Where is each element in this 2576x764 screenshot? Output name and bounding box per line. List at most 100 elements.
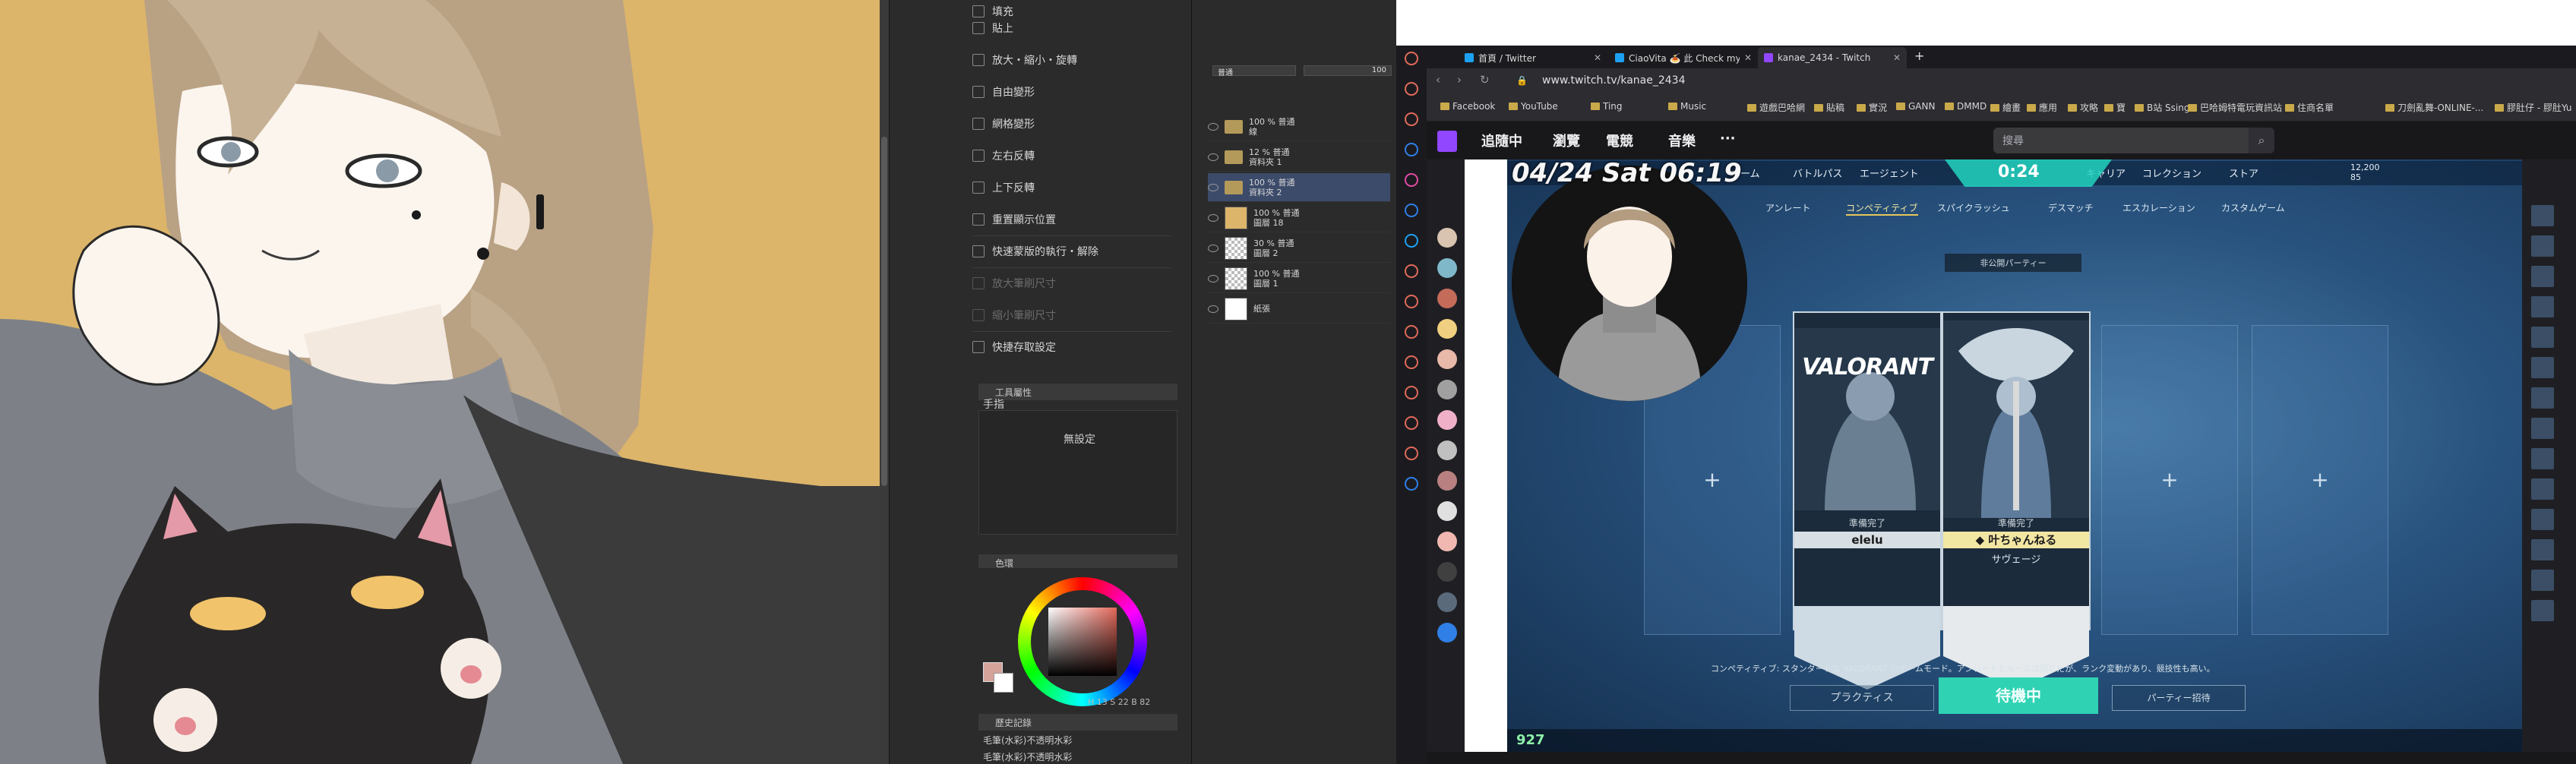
- bookmark-item[interactable]: Ting: [1591, 101, 1623, 112]
- sidebar-app-icon[interactable]: [1405, 204, 1418, 217]
- eye-icon[interactable]: [1208, 244, 1218, 252]
- menu-item[interactable]: 重置顯示位置: [972, 205, 1177, 234]
- search-input[interactable]: [1993, 128, 2267, 153]
- chat-emote-thumb[interactable]: [2531, 205, 2554, 226]
- browser-tab[interactable]: 首頁 / Twitter ✕: [1459, 47, 1607, 68]
- sidebar-app-icon[interactable]: [1405, 416, 1418, 430]
- twitch-nav-item[interactable]: 追隨中: [1481, 131, 1522, 150]
- queue-button[interactable]: 待機中: [1939, 677, 2098, 714]
- followed-channel-avatar[interactable]: [1437, 623, 1457, 642]
- party-invite-button[interactable]: パーティー招待: [2112, 685, 2246, 711]
- sidebar-app-icon[interactable]: [1405, 173, 1418, 187]
- followed-channel-avatar[interactable]: [1437, 471, 1457, 491]
- sidebar-app-icon[interactable]: [1405, 143, 1418, 156]
- menu-item[interactable]: 自由變形: [972, 77, 1177, 106]
- eye-icon[interactable]: [1208, 213, 1218, 222]
- sidebar-app-icon[interactable]: [1405, 112, 1418, 126]
- menu-item[interactable]: 快速蒙版的執行・解除: [972, 237, 1177, 266]
- chat-emote-thumb[interactable]: [2531, 509, 2554, 530]
- bookmark-item[interactable]: 繪畫: [1990, 101, 2021, 114]
- bookmark-item[interactable]: 攻略: [2068, 101, 2098, 114]
- chat-emote-thumb[interactable]: [2531, 296, 2554, 317]
- eye-icon[interactable]: [1208, 122, 1218, 131]
- twitch-nav-item[interactable]: 瀏覽: [1553, 131, 1580, 150]
- bookmark-item[interactable]: 刀劍亂舞-ONLINE-...: [2385, 101, 2483, 114]
- history-item[interactable]: 毛筆(水彩)不透明水彩: [983, 734, 1072, 747]
- followed-channel-avatar[interactable]: [1437, 532, 1457, 551]
- menu-item[interactable]: 快捷存取設定: [972, 333, 1177, 361]
- followed-channel-avatar[interactable]: [1437, 501, 1457, 521]
- layer-row[interactable]: 100 % 普通 圖層 18: [1208, 204, 1390, 232]
- url-field[interactable]: www.twitch.tv/kanae_2434: [1542, 74, 1685, 87]
- sidebar-app-icon[interactable]: [1405, 264, 1418, 278]
- sidebar-app-icon[interactable]: [1405, 355, 1418, 369]
- twitch-nav-item[interactable]: ···: [1720, 131, 1736, 147]
- chat-emote-thumb[interactable]: [2531, 418, 2554, 439]
- bookmark-item[interactable]: B站 Ssing: [2135, 101, 2189, 114]
- eye-icon[interactable]: [1208, 183, 1218, 191]
- bookmark-item[interactable]: 膠肚仔 - 膠肚Yu: [2495, 101, 2572, 114]
- eye-icon[interactable]: [1208, 305, 1218, 313]
- bookmark-item[interactable]: 應用: [2027, 101, 2057, 114]
- bookmark-item[interactable]: GANN: [1896, 101, 1935, 112]
- chat-emote-thumb[interactable]: [2531, 478, 2554, 500]
- chat-emote-thumb[interactable]: [2531, 387, 2554, 409]
- bookmark-item[interactable]: Facebook: [1440, 101, 1495, 112]
- browser-tab[interactable]: CiaoVita 🍝 此 Check my ✕: [1609, 47, 1758, 68]
- followed-channel-avatar[interactable]: [1437, 380, 1457, 399]
- twitch-nav-item[interactable]: 電競: [1606, 131, 1633, 150]
- chat-emote-thumb[interactable]: [2531, 570, 2554, 591]
- followed-channel-avatar[interactable]: [1437, 258, 1457, 278]
- chat-emote-thumb[interactable]: [2531, 235, 2554, 257]
- forward-icon[interactable]: ›: [1457, 73, 1462, 87]
- chat-emote-thumb[interactable]: [2531, 448, 2554, 469]
- twitch-logo-icon[interactable]: [1437, 131, 1457, 152]
- layer-row[interactable]: 100 % 普通 資料夾 2: [1208, 173, 1390, 202]
- layer-row[interactable]: 12 % 普通 資料夾 1: [1208, 143, 1390, 172]
- bookmark-item[interactable]: DMMD: [1945, 101, 1987, 112]
- menu-item[interactable]: 網格變形: [972, 109, 1177, 138]
- color-saturation-square[interactable]: [1048, 608, 1117, 676]
- bookmark-item[interactable]: 寶: [2104, 101, 2126, 114]
- sidebar-app-icon[interactable]: [1405, 295, 1418, 308]
- sidebar-app-icon[interactable]: [1405, 325, 1418, 339]
- blend-mode-select[interactable]: 普通: [1212, 65, 1296, 77]
- sidebar-app-icon[interactable]: [1405, 447, 1418, 460]
- layer-row[interactable]: 30 % 普通 圖層 2: [1208, 234, 1390, 263]
- practice-button[interactable]: プラクティス: [1790, 685, 1934, 711]
- bookmark-item[interactable]: 貼稿: [1814, 101, 1844, 114]
- bookmark-item[interactable]: Music: [1668, 101, 1706, 112]
- bookmark-item[interactable]: YouTube: [1509, 101, 1558, 112]
- sidebar-app-icon[interactable]: [1405, 82, 1418, 96]
- sub-color-swatch[interactable]: [994, 673, 1013, 693]
- chat-emote-thumb[interactable]: [2531, 266, 2554, 287]
- close-tab-icon[interactable]: ✕: [1744, 52, 1752, 63]
- followed-channel-avatar[interactable]: [1437, 410, 1457, 430]
- reload-icon[interactable]: ↻: [1480, 73, 1490, 87]
- eye-icon[interactable]: [1208, 153, 1218, 161]
- bookmark-item[interactable]: 巴哈姆特電玩資訊站: [2188, 101, 2282, 114]
- eye-icon[interactable]: [1208, 274, 1218, 283]
- menu-item[interactable]: 上下反轉: [972, 173, 1177, 202]
- followed-channel-avatar[interactable]: [1437, 440, 1457, 460]
- chat-emote-thumb[interactable]: [2531, 539, 2554, 560]
- menu-item[interactable]: 放大筆刷尺寸: [972, 269, 1177, 298]
- new-tab-button[interactable]: +: [1914, 49, 1924, 63]
- chat-emote-thumb[interactable]: [2531, 357, 2554, 378]
- bookmark-item[interactable]: 實況: [1857, 101, 1887, 114]
- menu-item[interactable]: 放大・縮小・旋轉: [972, 46, 1177, 74]
- search-icon[interactable]: ⌕: [2249, 128, 2274, 153]
- menu-item[interactable]: 貼上: [972, 14, 1177, 43]
- followed-channel-avatar[interactable]: [1437, 319, 1457, 339]
- followed-channel-avatar[interactable]: [1437, 228, 1457, 248]
- sidebar-app-icon[interactable]: [1405, 52, 1418, 65]
- menu-item[interactable]: 縮小筆刷尺寸: [972, 301, 1177, 330]
- browser-tab[interactable]: kanae_2434 - Twitch ✕: [1758, 47, 1907, 68]
- bookmark-item[interactable]: 遊戲巴哈網: [1747, 101, 1805, 114]
- layer-row[interactable]: 紙張: [1208, 295, 1390, 324]
- layer-row[interactable]: 100 % 普通線: [1208, 112, 1390, 141]
- menu-item[interactable]: 左右反轉: [972, 141, 1177, 170]
- twitch-nav-item[interactable]: 音樂: [1668, 131, 1696, 150]
- sidebar-app-icon[interactable]: [1405, 477, 1418, 491]
- close-tab-icon[interactable]: ✕: [1893, 52, 1901, 63]
